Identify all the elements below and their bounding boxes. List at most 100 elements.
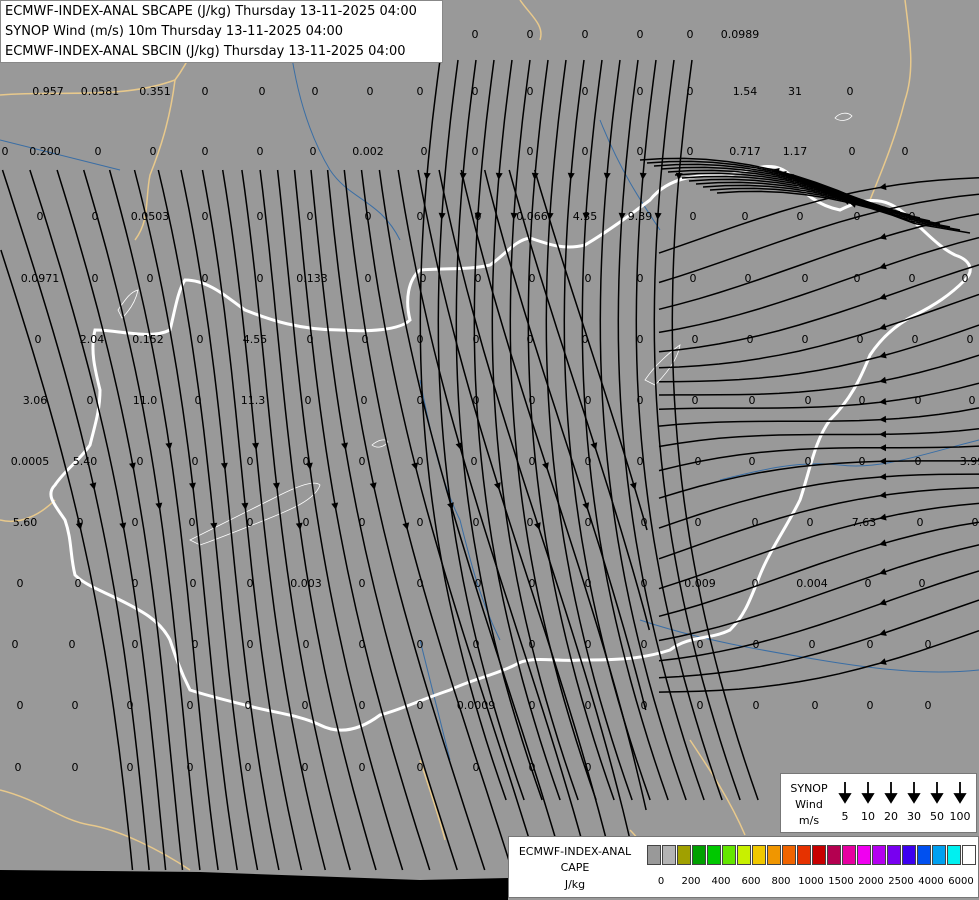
cape-value-label: 0: [692, 394, 699, 407]
cape-value-label: 0: [417, 394, 424, 407]
cape-value-label: 0: [417, 85, 424, 98]
cape-value-label: 0: [805, 394, 812, 407]
cape-value-label: 0: [245, 761, 252, 774]
cape-color-swatch: [647, 845, 661, 865]
cape-value-label: 0: [365, 210, 372, 223]
cape-value-label: 0: [472, 85, 479, 98]
cape-value-label: 9.39: [628, 210, 653, 223]
cape-color-swatch: [722, 845, 736, 865]
cape-value-label: 0: [192, 455, 199, 468]
cape-value-label: 0: [361, 394, 368, 407]
cape-value-label: 0: [582, 85, 589, 98]
cape-value-label: 0: [475, 210, 482, 223]
cape-value-label: 0: [585, 394, 592, 407]
synop-speed-label: 20: [884, 810, 898, 823]
cape-value-label: 0.200: [29, 145, 61, 158]
cape-value-label: 0: [747, 333, 754, 346]
cape-value-label: 0: [473, 394, 480, 407]
cape-value-label: 0: [527, 333, 534, 346]
cape-value-label: 0: [12, 638, 19, 651]
cape-tick-label: 4000: [918, 876, 944, 887]
cape-value-label: 0: [417, 761, 424, 774]
cape-value-label: 0: [310, 145, 317, 158]
cape-color-legend: ECMWF-INDEX-ANAL CAPE J/kg 0 200 400 600 800…: [508, 836, 979, 898]
cape-value-label: 0: [187, 761, 194, 774]
cape-color-swatch: [857, 845, 871, 865]
cape-value-label: 0.351: [139, 85, 171, 98]
cape-value-label: 1.17: [783, 145, 808, 158]
cape-value-label: 0: [247, 638, 254, 651]
cape-value-label: 0: [529, 272, 536, 285]
cape-value-label: 0: [473, 333, 480, 346]
cape-value-label: 0: [150, 145, 157, 158]
cape-value-label: 0: [809, 638, 816, 651]
cape-value-label: 0: [247, 516, 254, 529]
cape-value-label: 0: [697, 638, 704, 651]
cape-value-label: 0: [641, 699, 648, 712]
cape-value-label: 0: [637, 394, 644, 407]
cape-value-label: 11.3: [241, 394, 266, 407]
cape-value-label: 0: [69, 638, 76, 651]
cape-value-label: 0: [527, 28, 534, 41]
cape-value-label: 0: [585, 577, 592, 590]
cape-value-label: 0: [417, 333, 424, 346]
cape-tick-label: 2000: [858, 876, 884, 887]
cape-value-label: 0: [962, 272, 969, 285]
synop-speed-label: 5: [841, 810, 849, 823]
cape-value-label: 0: [529, 577, 536, 590]
cape-value-label: 0: [147, 272, 154, 285]
cape-value-label: 0: [805, 455, 812, 468]
cape-value-label: 0: [365, 272, 372, 285]
cape-value-label: 0: [585, 638, 592, 651]
cape-value-label: 0: [202, 145, 209, 158]
cape-value-label: 0: [137, 455, 144, 468]
cape-value-label: 0: [417, 577, 424, 590]
cape-value-label: 0: [190, 577, 197, 590]
cape-tick-label: 1000: [798, 876, 824, 887]
cape-value-label: 0: [749, 394, 756, 407]
cape-value-label: 0: [969, 394, 976, 407]
cape-value-label: 0: [687, 85, 694, 98]
cape-value-label: 0: [859, 455, 866, 468]
cape-value-label: 0: [257, 272, 264, 285]
cape-value-label: 0: [857, 333, 864, 346]
cape-value-label: 0.717: [729, 145, 761, 158]
cape-value-label: 0: [303, 638, 310, 651]
cape-value-label: 0.066: [516, 210, 548, 223]
cape-color-swatch: [902, 845, 916, 865]
cape-value-label: 3.06: [23, 394, 48, 407]
cape-value-label: 0: [35, 333, 42, 346]
cape-value-label: 0: [312, 85, 319, 98]
synop-speed-label: 100: [949, 810, 971, 823]
cape-value-label: 0: [867, 638, 874, 651]
cape-value-label: 0: [585, 516, 592, 529]
cape-value-label: 0: [475, 272, 482, 285]
cape-value-label: 0: [359, 577, 366, 590]
cape-value-label: 0: [197, 333, 204, 346]
cape-value-label: 0: [307, 210, 314, 223]
cape-color-swatch: [932, 845, 946, 865]
cape-value-label: 0: [915, 394, 922, 407]
cape-value-label: 0: [257, 145, 264, 158]
cape-value-label: 0: [527, 145, 534, 158]
cape-value-label: 4.55: [243, 333, 268, 346]
cape-value-label: 7.63: [852, 516, 877, 529]
cape-value-label: 0: [802, 272, 809, 285]
title-synop-wind: SYNOP Wind (m/s) 10m Thursday 13-11-2025…: [5, 24, 344, 39]
cape-value-label: 0: [417, 638, 424, 651]
cape-value-label: 0: [359, 638, 366, 651]
cape-value-label: 0: [202, 272, 209, 285]
cape-value-label: 0: [902, 145, 909, 158]
cape-value-label: 0: [527, 516, 534, 529]
cape-value-label: 0: [75, 577, 82, 590]
cape-value-label: 0: [797, 210, 804, 223]
cape-value-label: 0: [849, 145, 856, 158]
cape-color-swatch: [737, 845, 751, 865]
cape-value-label: 0: [77, 516, 84, 529]
cape-value-label: 0: [359, 516, 366, 529]
cape-value-label: 0: [202, 210, 209, 223]
cape-value-label: 0: [637, 333, 644, 346]
cape-value-label: 0: [132, 516, 139, 529]
cape-value-label: 0: [259, 85, 266, 98]
cape-color-swatch: [677, 845, 691, 865]
